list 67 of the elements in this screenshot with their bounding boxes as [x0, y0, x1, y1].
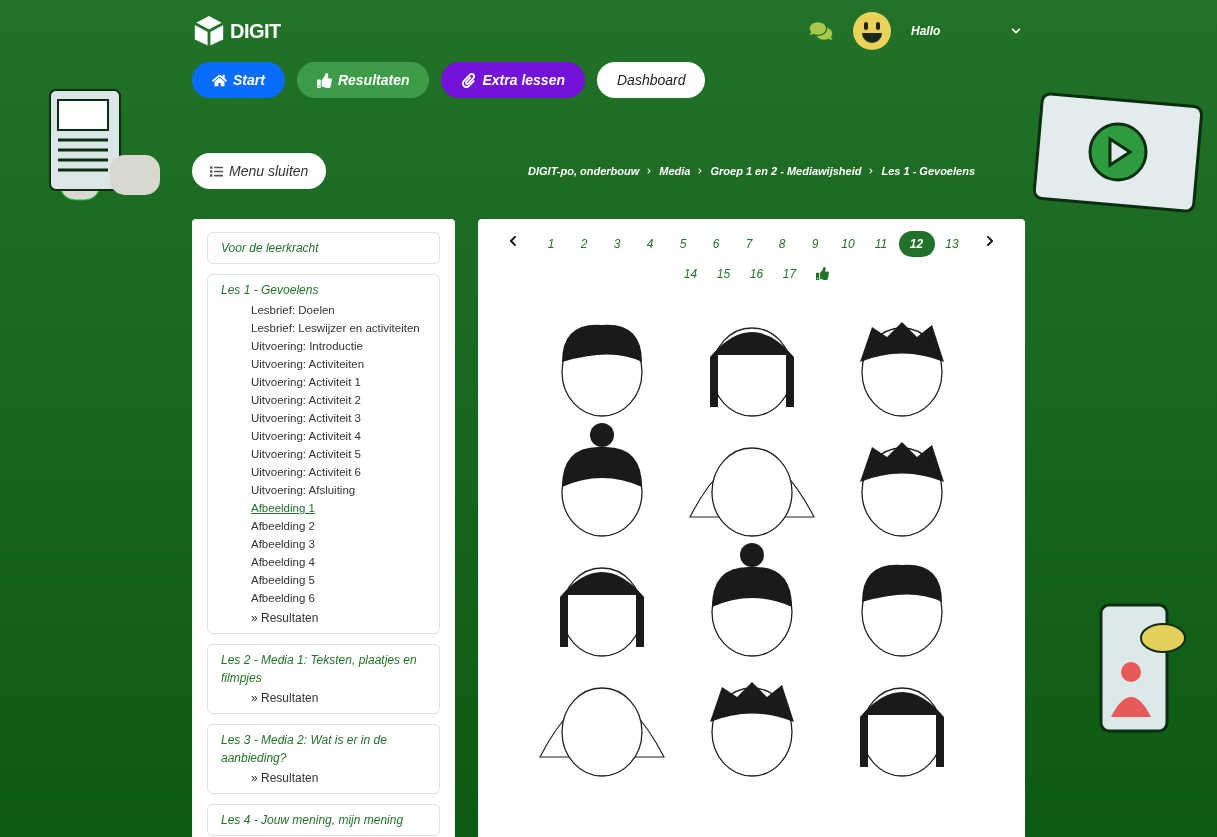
- page-link[interactable]: 16: [741, 261, 772, 287]
- lesson-title[interactable]: Les 2 - Media 1: Teksten, plaatjes en filmpjes: [221, 651, 426, 687]
- page-link[interactable]: 3: [601, 231, 633, 257]
- nav-button[interactable]: Extra lessen: [441, 62, 585, 98]
- lesson-item-link[interactable]: Lesbrief: Leswijzer en activiteiten: [251, 319, 420, 337]
- results-link[interactable]: » Resultaten: [251, 689, 319, 707]
- lesson-item-link[interactable]: Afbeelding 4: [251, 553, 315, 571]
- breadcrumb-link[interactable]: Groep 1 en 2 - Mediawijsheid: [710, 162, 862, 180]
- lesson-item-link[interactable]: Afbeelding 3: [251, 535, 315, 553]
- page-link[interactable]: 1: [535, 231, 567, 257]
- home-icon: [212, 72, 227, 88]
- chevron-right-icon: [646, 168, 653, 174]
- list-icon: [210, 164, 223, 178]
- lesson-item-link[interactable]: Afbeelding 2: [251, 517, 315, 535]
- logo-text: DIGIT: [230, 19, 281, 44]
- lesson-item-link[interactable]: Uitvoering: Introductie: [251, 337, 363, 355]
- lesson-title[interactable]: Les 3 - Media 2: Wat is er in de aanbieding?: [221, 731, 426, 767]
- page-link[interactable]: 4: [634, 231, 666, 257]
- page-link[interactable]: 17: [774, 261, 805, 287]
- page-link[interactable]: 5: [667, 231, 699, 257]
- breadcrumb-link[interactable]: Les 1 - Gevoelens: [881, 162, 975, 180]
- page-link[interactable]: 14: [675, 261, 706, 287]
- page-link[interactable]: 10: [832, 231, 864, 257]
- thumbs-up-icon: [316, 72, 332, 88]
- page-link[interactable]: 15: [708, 261, 739, 287]
- lesson-item-link[interactable]: Uitvoering: Activiteit 2: [251, 391, 361, 409]
- page-link[interactable]: 9: [799, 231, 831, 257]
- previous-icon[interactable]: [508, 235, 518, 247]
- breadcrumb-link[interactable]: Media: [659, 162, 691, 180]
- lesson-item-link[interactable]: Afbeelding 6: [251, 589, 315, 607]
- nav-button[interactable]: Dashboard: [597, 62, 706, 98]
- lesson-item-link[interactable]: Uitvoering: Afsluiting: [251, 481, 356, 499]
- chevron-right-icon: [697, 168, 704, 174]
- lesson-item-link[interactable]: Uitvoering: Activiteit 5: [251, 445, 361, 463]
- paperclip-icon: [461, 72, 477, 88]
- lesson-title[interactable]: Les 1 - Gevoelens: [221, 281, 426, 299]
- page-link[interactable]: 2: [568, 231, 600, 257]
- lesson-item-link[interactable]: Uitvoering: Activiteit 4: [251, 427, 361, 445]
- page-link[interactable]: 13: [936, 231, 968, 257]
- menu-toggle-button[interactable]: Menu sluiten: [192, 153, 327, 189]
- page-link[interactable]: 12: [898, 231, 935, 257]
- lesson-title[interactable]: Voor de leerkracht: [221, 239, 426, 257]
- lesson-item-link[interactable]: Uitvoering: Activiteit 3: [251, 409, 361, 427]
- results-link[interactable]: » Resultaten: [251, 769, 319, 787]
- dropdown-caret-icon[interactable]: [1011, 26, 1021, 36]
- next-icon[interactable]: [985, 235, 995, 247]
- lesson-title[interactable]: Les 4 - Jouw mening, mijn mening: [221, 811, 426, 829]
- lesson-item-link[interactable]: Lesbrief: Doelen: [251, 301, 335, 319]
- thumbs-up-icon[interactable]: [816, 267, 829, 280]
- nav-button[interactable]: Start: [192, 62, 285, 98]
- lesson-item-link[interactable]: Uitvoering: Activiteit 6: [251, 463, 361, 481]
- lesson-item-link[interactable]: Uitvoering: Activiteiten: [251, 355, 365, 373]
- lesson-item-link[interactable]: Afbeelding 5: [251, 571, 315, 589]
- cube-logo-icon: [192, 13, 226, 49]
- breadcrumb-link[interactable]: DIGIT-po, onderbouw: [528, 162, 640, 180]
- nav-button[interactable]: Resultaten: [296, 62, 430, 98]
- page-link[interactable]: 7: [733, 231, 765, 257]
- chevron-right-icon: [868, 168, 875, 174]
- lesson-item-link[interactable]: Afbeelding 1: [251, 499, 315, 517]
- chat-icon[interactable]: [809, 21, 833, 41]
- page-link[interactable]: 8: [766, 231, 798, 257]
- results-link[interactable]: » Resultaten: [251, 609, 319, 627]
- smiley-avatar: [853, 12, 891, 50]
- page-link[interactable]: 6: [700, 231, 732, 257]
- page-link[interactable]: 11: [865, 231, 897, 257]
- greeting-text: Hallo: [911, 23, 942, 40]
- lesson-item-link[interactable]: Uitvoering: Activiteit 1: [251, 373, 361, 391]
